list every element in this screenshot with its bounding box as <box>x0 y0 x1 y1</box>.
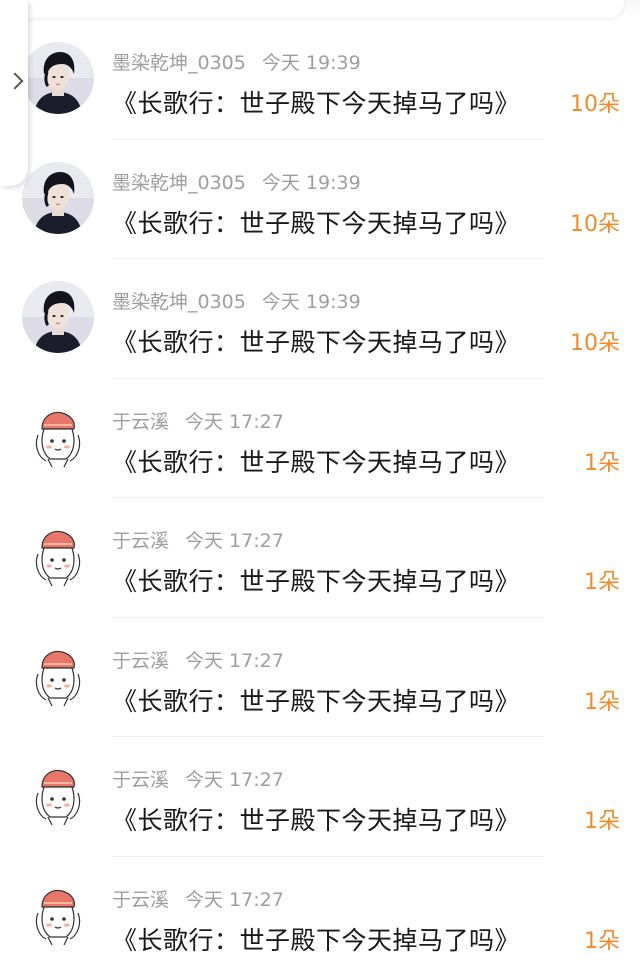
item-meta: 于云溪 今天 17:27 <box>112 885 284 912</box>
item-meta: 于云溪 今天 17:27 <box>112 765 284 792</box>
timestamp: 今天 17:27 <box>185 530 284 552</box>
username[interactable]: 于云溪 <box>112 889 169 911</box>
timestamp: 今天 17:27 <box>185 649 284 672</box>
flower-count: 1朵 <box>584 450 620 476</box>
top-card <box>0 0 624 18</box>
book-title[interactable]: 《长歌行：世子殿下今天掉马了吗》 <box>112 801 520 837</box>
gift-record-page: 墨染乾坤_0305 今天 19:39 《长歌行：世子殿下今天掉马了吗》 10朵 <box>0 0 640 962</box>
username[interactable]: 墨染乾坤_0305 <box>112 172 246 194</box>
cartoon-avatar[interactable] <box>22 400 94 473</box>
timestamp: 今天 17:27 <box>185 410 284 433</box>
book-title[interactable]: 《长歌行：世子殿下今天掉马了吗》 <box>112 921 520 957</box>
list-item[interactable]: 于云溪 今天 17:27 《长歌行：世子殿下今天掉马了吗》 1朵 <box>0 857 640 962</box>
item-meta: 于云溪 今天 17:27 <box>112 407 284 434</box>
username[interactable]: 于云溪 <box>112 530 169 552</box>
timestamp: 今天 19:39 <box>261 171 361 194</box>
username[interactable]: 于云溪 <box>112 769 169 791</box>
book-title[interactable]: 《长歌行：世子殿下今天掉马了吗》 <box>112 204 520 240</box>
book-title[interactable]: 《长歌行：世子殿下今天掉马了吗》 <box>112 682 520 718</box>
item-meta: 于云溪 今天 17:27 <box>112 526 284 553</box>
username[interactable]: 墨染乾坤_0305 <box>112 291 246 313</box>
list-item[interactable]: 墨染乾坤_0305 今天 19:39 《长歌行：世子殿下今天掉马了吗》 10朵 <box>0 140 640 259</box>
list-item[interactable]: 于云溪 今天 17:27 《长歌行：世子殿下今天掉马了吗》 1朵 <box>0 737 640 857</box>
photo-avatar[interactable] <box>22 161 94 234</box>
username[interactable]: 于云溪 <box>112 650 169 672</box>
item-meta: 墨染乾坤_0305 今天 19:39 <box>112 48 361 75</box>
cartoon-avatar[interactable] <box>22 759 94 831</box>
flower-count: 10朵 <box>570 331 620 356</box>
list-item[interactable]: 于云溪 今天 17:27 《长歌行：世子殿下今天掉马了吗》 1朵 <box>0 379 640 498</box>
photo-avatar[interactable] <box>22 42 94 114</box>
list-item[interactable]: 于云溪 今天 17:27 《长歌行：世子殿下今天掉马了吗》 1朵 <box>0 618 640 737</box>
book-title[interactable]: 《长歌行：世子殿下今天掉马了吗》 <box>112 443 520 479</box>
photo-avatar[interactable] <box>22 281 94 353</box>
chevron-right-icon <box>6 72 24 90</box>
side-drawer-handle[interactable] <box>0 0 28 186</box>
username[interactable]: 于云溪 <box>112 411 169 433</box>
book-title[interactable]: 《长歌行：世子殿下今天掉马了吗》 <box>112 84 520 120</box>
username[interactable]: 墨染乾坤_0305 <box>112 52 246 74</box>
list-item[interactable]: 于云溪 今天 17:27 《长歌行：世子殿下今天掉马了吗》 1朵 <box>0 498 640 618</box>
book-title[interactable]: 《长歌行：世子殿下今天掉马了吗》 <box>112 323 520 359</box>
flower-count: 10朵 <box>570 211 620 237</box>
flower-count: 1朵 <box>584 928 620 954</box>
item-meta: 墨染乾坤_0305 今天 19:39 <box>112 287 361 314</box>
flower-count: 1朵 <box>584 689 620 715</box>
book-title[interactable]: 《长歌行：世子殿下今天掉马了吗》 <box>112 562 520 598</box>
timestamp: 今天 17:27 <box>185 769 284 791</box>
flower-count: 1朵 <box>584 809 620 834</box>
cartoon-avatar[interactable] <box>22 878 94 951</box>
timestamp: 今天 19:39 <box>261 291 361 313</box>
cartoon-avatar[interactable] <box>22 639 94 712</box>
timestamp: 今天 17:27 <box>185 888 284 911</box>
cartoon-avatar[interactable] <box>22 520 94 592</box>
flower-count: 10朵 <box>570 92 620 117</box>
timestamp: 今天 19:39 <box>261 52 361 74</box>
list-item[interactable]: 墨染乾坤_0305 今天 19:39 《长歌行：世子殿下今天掉马了吗》 10朵 <box>0 20 640 140</box>
gift-list: 墨染乾坤_0305 今天 19:39 《长歌行：世子殿下今天掉马了吗》 10朵 <box>0 20 640 962</box>
item-meta: 于云溪 今天 17:27 <box>112 646 284 673</box>
flower-count: 1朵 <box>584 570 620 595</box>
list-item[interactable]: 墨染乾坤_0305 今天 19:39 《长歌行：世子殿下今天掉马了吗》 10朵 <box>0 259 640 379</box>
item-meta: 墨染乾坤_0305 今天 19:39 <box>112 168 361 195</box>
